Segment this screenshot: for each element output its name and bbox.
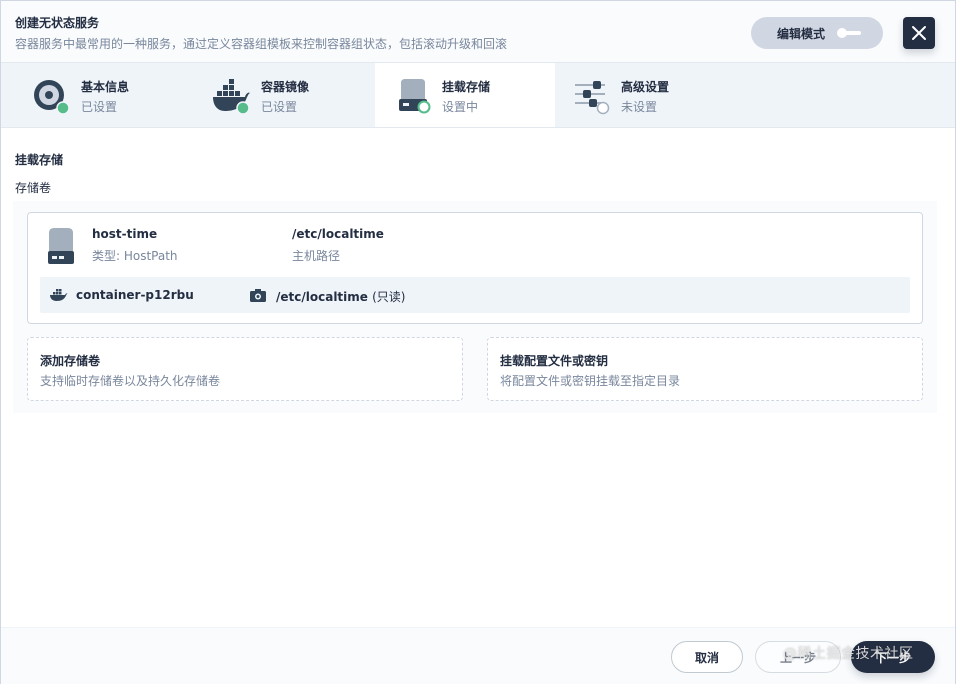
volume-card[interactable]: host-time 类型: HostPath /etc/localtime 主机…: [27, 212, 923, 324]
mount-point-icon: [250, 289, 266, 302]
modal-description: 容器服务中最常用的一种服务，通过定义容器组模板来控制容器组状态，包括滚动升级和回…: [15, 37, 508, 51]
tab-name: 容器镜像: [261, 80, 310, 94]
container-name: container-p12rbu: [76, 288, 194, 302]
tab-name: 基本信息: [81, 80, 130, 94]
mount-config-button[interactable]: 挂载配置文件或密钥 将配置文件或密钥挂载至指定目录: [487, 337, 923, 401]
tab-name: 高级设置: [621, 80, 670, 94]
docker-icon: [213, 79, 250, 115]
storage-disk-icon: [48, 228, 74, 264]
tab-basic-info[interactable]: 基本信息 已设置: [1, 63, 181, 127]
mount-row: container-p12rbu /etc/localtime (只读): [40, 277, 910, 313]
volume-name: host-time: [92, 227, 158, 241]
toggle-switch-icon: [837, 28, 863, 38]
create-service-modal: 创建无状态服务 容器服务中最常用的一种服务，通过定义容器组模板来控制容器组状态，…: [0, 0, 956, 684]
tab-name: 挂载存储: [442, 80, 491, 94]
mount-config-title: 挂载配置文件或密钥: [500, 354, 609, 368]
step-tabs: 基本信息 已设置 容器镜像 已设置 挂载存储 设置中 高级设置 未设置: [1, 63, 955, 128]
tab-container-image[interactable]: 容器镜像 已设置: [181, 63, 361, 127]
volume-host-path-label: 主机路径: [292, 249, 341, 263]
add-volume-title: 添加存储卷: [40, 354, 101, 368]
close-button[interactable]: [903, 17, 935, 49]
storage-icon: [399, 79, 431, 114]
tab-status: 设置中: [442, 100, 479, 114]
tab-mount-storage[interactable]: 挂载存储 设置中: [375, 63, 555, 127]
mount-path-value: /etc/localtime: [276, 290, 368, 304]
mount-path: /etc/localtime (只读): [276, 288, 406, 305]
sliders-icon: [575, 81, 610, 115]
edit-mode-toggle-button[interactable]: 编辑模式: [751, 17, 883, 49]
tab-status: 已设置: [81, 100, 118, 114]
modal-title: 创建无状态服务: [15, 16, 100, 30]
close-icon: [912, 26, 926, 40]
disc-icon: [34, 80, 70, 115]
volume-type: 类型: HostPath: [92, 249, 178, 263]
tab-advanced-settings[interactable]: 高级设置 未设置: [555, 63, 735, 127]
watermark: @稀土掘金技术社区: [783, 646, 914, 662]
add-volume-desc: 支持临时存储卷以及持久化存储卷: [40, 374, 221, 388]
tab-status: 已设置: [261, 100, 298, 114]
mount-mode: (只读): [372, 290, 406, 304]
cancel-button[interactable]: 取消: [671, 641, 743, 673]
section-subtitle: 存储卷: [15, 181, 52, 195]
add-volume-button[interactable]: 添加存储卷 支持临时存储卷以及持久化存储卷: [27, 337, 463, 401]
section-title: 挂载存储: [15, 153, 64, 167]
docker-icon: [50, 289, 68, 301]
edit-mode-label: 编辑模式: [777, 26, 826, 41]
tab-status: 未设置: [621, 100, 658, 114]
mount-config-desc: 将配置文件或密钥挂载至指定目录: [500, 374, 681, 388]
volume-host-path: /etc/localtime: [292, 227, 384, 241]
modal-header: 创建无状态服务 容器服务中最常用的一种服务，通过定义容器组模板来控制容器组状态，…: [1, 1, 955, 63]
